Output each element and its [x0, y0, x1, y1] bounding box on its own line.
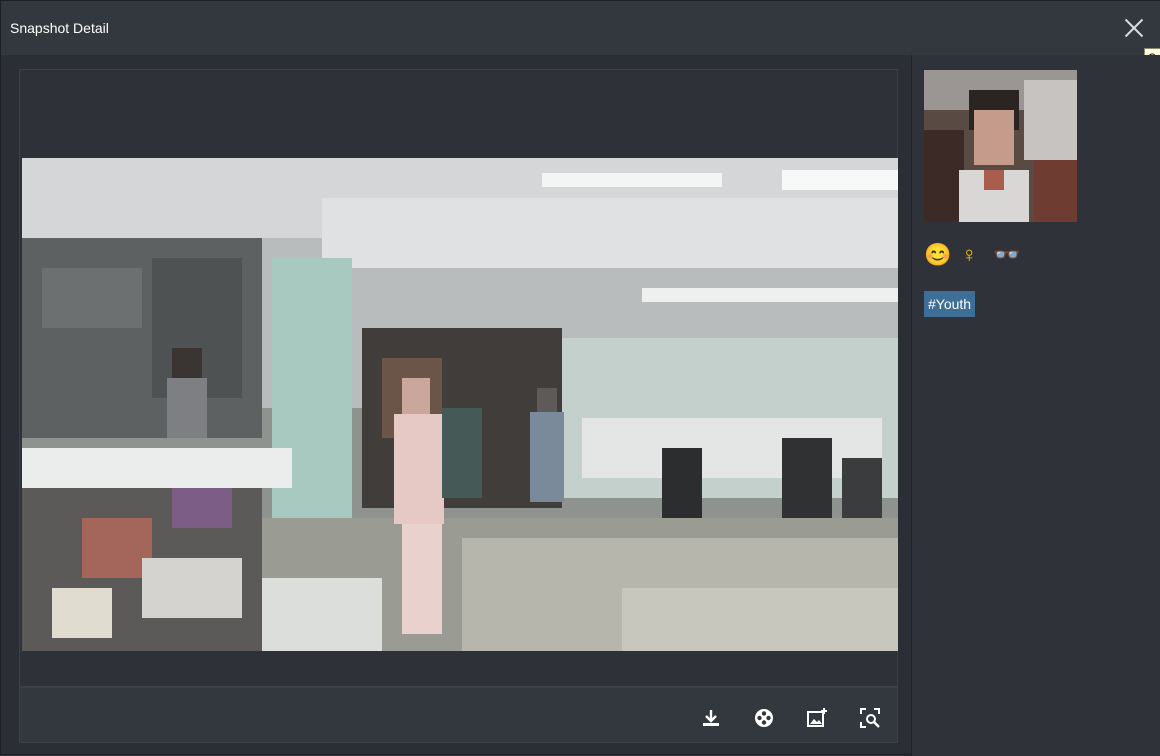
snapshot-detail-window: Snapshot Detail C:	[0, 0, 1160, 756]
window-title: Snapshot Detail	[10, 20, 109, 36]
add-image-icon[interactable]	[806, 707, 828, 729]
download-icon[interactable]	[700, 707, 722, 729]
film-reel-icon[interactable]	[753, 707, 775, 729]
smile-icon: 😊	[924, 242, 952, 267]
glasses-icon: 👓	[993, 242, 1021, 267]
snapshot-image	[22, 158, 898, 651]
search-image-icon[interactable]	[859, 707, 881, 729]
female-icon: ♀	[961, 242, 978, 267]
close-icon[interactable]	[1121, 15, 1147, 41]
age-tag: #Youth	[924, 291, 976, 317]
face-thumbnail	[924, 70, 1077, 222]
title-bar: Snapshot Detail	[1, 1, 1160, 55]
